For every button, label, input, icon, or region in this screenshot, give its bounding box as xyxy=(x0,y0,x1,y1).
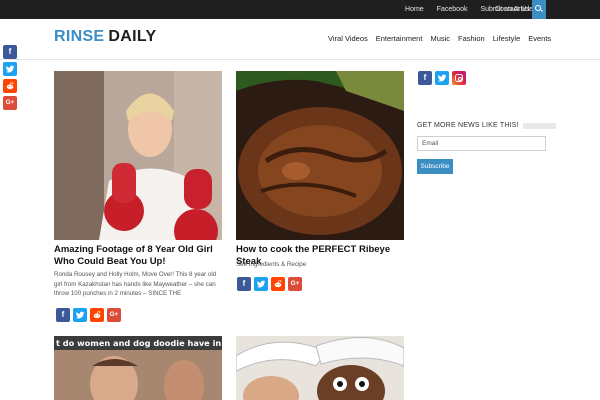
google-plus-icon: G+ xyxy=(5,98,15,106)
newsletter-heading-text: GET MORE NEWS LIKE THIS! xyxy=(417,122,519,129)
nav-item-entertainment[interactable]: Entertainment xyxy=(376,34,423,43)
top-link-contact-us[interactable]: Contact Us ▾ xyxy=(495,0,535,19)
sailor-hats-photo xyxy=(236,336,404,400)
heading-rule xyxy=(522,122,556,129)
facebook-follow-button[interactable]: f xyxy=(418,71,432,85)
main-nav: Viral Videos Entertainment Music Fashion… xyxy=(328,34,551,43)
reddit-share-button[interactable] xyxy=(3,79,17,93)
meme-caption: t do women and dog doodie have in comm xyxy=(56,338,222,348)
article-image-ribeye-steak[interactable] xyxy=(236,71,404,240)
floating-share-bar: f G+ xyxy=(3,45,17,110)
facebook-icon: f xyxy=(61,310,65,319)
girl-boxer-photo xyxy=(54,71,222,240)
google-plus-share-button[interactable]: G+ xyxy=(107,308,121,322)
nav-item-fashion[interactable]: Fashion xyxy=(458,34,485,43)
subscribe-button[interactable]: Subscribe xyxy=(417,159,453,174)
search-button[interactable] xyxy=(532,0,546,19)
google-plus-icon: G+ xyxy=(290,279,300,287)
twitter-icon xyxy=(75,311,85,319)
twitter-icon xyxy=(256,280,266,288)
article-image-sailor-hats[interactable] xyxy=(236,336,404,400)
google-plus-icon: G+ xyxy=(109,310,119,318)
twitter-share-button[interactable] xyxy=(73,308,87,322)
facebook-icon: f xyxy=(242,279,246,288)
twitter-icon xyxy=(437,74,447,82)
newsletter-heading: GET MORE NEWS LIKE THIS! xyxy=(417,122,556,129)
top-bar: Home Facebook Submit an Article Contact … xyxy=(0,0,600,19)
reddit-icon xyxy=(93,311,101,319)
logo-text-rinse: RINSE xyxy=(54,28,105,45)
facebook-icon: f xyxy=(8,47,12,56)
nav-item-events[interactable]: Events xyxy=(528,34,551,43)
facebook-icon: f xyxy=(423,73,427,82)
twitter-follow-button[interactable] xyxy=(435,71,449,85)
twitter-share-button[interactable] xyxy=(254,277,268,291)
ribeye-steak-photo xyxy=(236,71,404,240)
sidebar-social-links: f xyxy=(418,71,466,85)
nav-item-viral-videos[interactable]: Viral Videos xyxy=(328,34,368,43)
email-field[interactable] xyxy=(417,136,546,151)
facebook-share-button[interactable]: f xyxy=(56,308,70,322)
top-link-home[interactable]: Home xyxy=(405,6,424,13)
site-logo[interactable]: RINSE DAILY xyxy=(54,28,156,48)
article-excerpt: Ronda Rousey and Holly Holm, Move Over! … xyxy=(54,271,217,297)
nav-item-music[interactable]: Music xyxy=(430,34,450,43)
instagram-icon xyxy=(455,74,463,82)
google-plus-share-button[interactable]: G+ xyxy=(3,96,17,110)
reddit-share-button[interactable] xyxy=(271,277,285,291)
twitter-icon xyxy=(5,65,15,73)
twitter-share-button[interactable] xyxy=(3,62,17,76)
contact-label: Contact Us xyxy=(495,6,530,13)
header-divider xyxy=(0,59,600,60)
article-share-buttons: f G+ xyxy=(56,308,121,322)
article-image-girl-boxer[interactable] xyxy=(54,71,222,240)
reddit-share-button[interactable] xyxy=(90,308,104,322)
article-share-buttons: f G+ xyxy=(237,277,302,291)
facebook-share-button[interactable]: f xyxy=(3,45,17,59)
nav-item-lifestyle[interactable]: Lifestyle xyxy=(493,34,521,43)
reddit-icon xyxy=(6,82,14,90)
article-image-meme[interactable]: t do women and dog doodie have in comm xyxy=(54,336,222,400)
article-excerpt: See Ingredients & Recipe xyxy=(236,261,307,268)
facebook-share-button[interactable]: f xyxy=(237,277,251,291)
logo-text-daily: DAILY xyxy=(108,28,157,45)
google-plus-share-button[interactable]: G+ xyxy=(288,277,302,291)
top-link-facebook[interactable]: Facebook xyxy=(437,6,468,13)
reddit-icon xyxy=(274,280,282,288)
article-title[interactable]: Amazing Footage of 8 Year Old Girl Who C… xyxy=(54,244,226,268)
instagram-follow-button[interactable] xyxy=(452,71,466,85)
